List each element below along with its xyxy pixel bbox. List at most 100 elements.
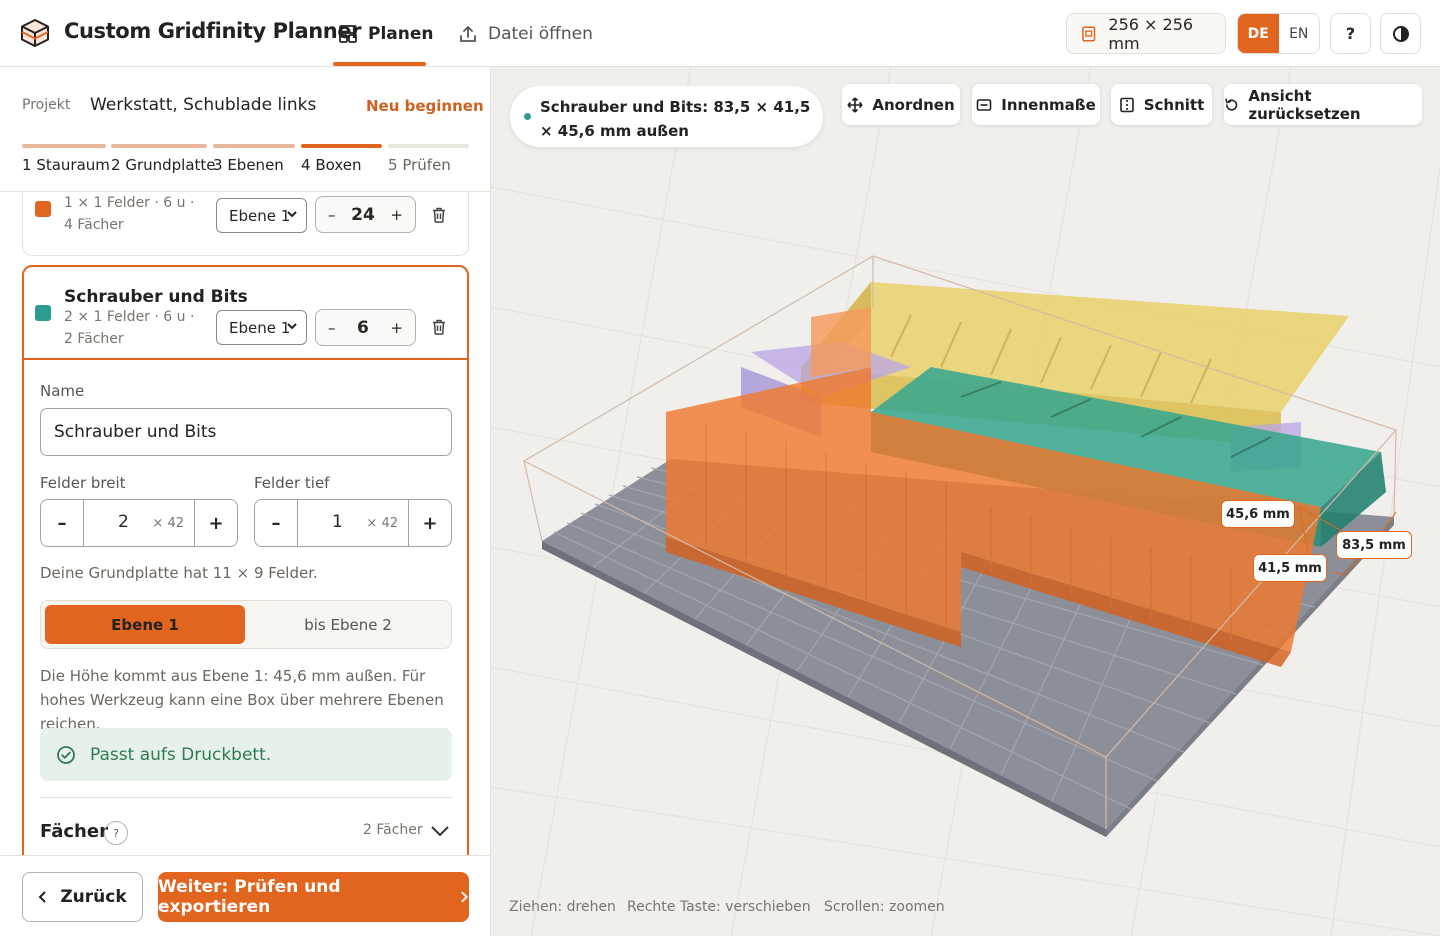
3d-viewport[interactable]: Schrauber und Bits: 83,5 × 41,5 × 45,6 m…: [491, 67, 1440, 936]
step-progress-4: [301, 144, 382, 148]
step-4-number: 4: [301, 156, 311, 174]
theme-toggle-button[interactable]: [1380, 13, 1421, 54]
grid-hint: Deine Grundplatte hat 11 × 9 Felder.: [40, 564, 318, 582]
selection-info: Schrauber und Bits: 83,5 × 41,5 × 45,6 m…: [510, 86, 823, 147]
section-cut-icon: [1119, 97, 1134, 112]
fits-print-bed-status: Passt aufs Druckbett.: [40, 728, 452, 781]
level-1-option[interactable]: Ebene 1: [45, 605, 245, 644]
compartments-heading[interactable]: Fächer: [40, 821, 108, 842]
next-button-label: Weiter: Prüfen und exportieren: [158, 877, 341, 917]
step-3-number: 3: [213, 156, 223, 174]
help-zoom: Scrollen: zoomen: [824, 899, 945, 915]
quantity-value[interactable]: 24: [351, 205, 375, 225]
restart-link[interactable]: Neu beginnen: [366, 97, 484, 115]
language-switch: DE EN: [1237, 13, 1320, 54]
step-2[interactable]: 2 Grundplatte: [111, 156, 216, 174]
fits-print-bed-text: Passt aufs Druckbett.: [90, 744, 272, 765]
box-title: Schrauber und Bits: [64, 287, 248, 307]
dimension-height-tag: 45,6 mm: [1221, 500, 1295, 528]
chevron-right-icon: [461, 891, 469, 903]
print-bed-icon: [1082, 25, 1096, 42]
level-select[interactable]: Ebene 1: [216, 310, 307, 345]
step-1-number: 1: [22, 156, 32, 174]
quantity-minus-button[interactable]: –: [328, 206, 336, 224]
tab-plan-label: Planen: [368, 24, 434, 44]
lang-de-button[interactable]: DE: [1238, 14, 1279, 53]
trash-icon[interactable]: [430, 318, 448, 336]
name-input[interactable]: Schrauber und Bits: [40, 408, 452, 456]
width-field[interactable]: 2 × 42: [83, 500, 195, 546]
step-1-label: Stauraum: [36, 156, 110, 174]
depth-value: 1: [332, 512, 343, 532]
3d-scene[interactable]: [491, 67, 1440, 936]
step-3-label: Ebenen: [227, 156, 284, 174]
inner-dimensions-button[interactable]: Innenmaße: [972, 84, 1100, 125]
tab-open-file[interactable]: Datei öffnen: [458, 22, 593, 46]
lang-en-button[interactable]: EN: [1279, 14, 1320, 53]
step-progress-5: [388, 144, 469, 148]
chevron-down-icon: [287, 211, 297, 218]
back-button[interactable]: Zurück: [22, 872, 143, 922]
help-button[interactable]: ?: [1330, 13, 1371, 54]
step-5[interactable]: 5 Prüfen: [388, 156, 451, 174]
step-4-label: Boxen: [315, 156, 362, 174]
quantity-minus-button[interactable]: –: [328, 319, 336, 337]
width-stepper: – 2 × 42 +: [40, 499, 238, 547]
depth-minus-button[interactable]: –: [255, 500, 297, 546]
depth-stepper: – 1 × 42 +: [254, 499, 452, 547]
section-button[interactable]: Schnitt: [1111, 84, 1212, 125]
width-plus-button[interactable]: +: [195, 500, 237, 546]
project-label: Projekt: [22, 97, 71, 113]
step-5-label: Prüfen: [402, 156, 451, 174]
box-card-selected[interactable]: Schrauber und Bits 2 × 1 Felder · 6 u · …: [22, 265, 469, 855]
next-button[interactable]: Weiter: Prüfen und exportieren: [158, 872, 469, 922]
color-swatch: [35, 305, 51, 321]
box-card[interactable]: 1 × 1 Felder · 6 u · 4 Fächer Ebene 1 – …: [22, 192, 469, 256]
width-unit: × 42: [152, 516, 184, 531]
sidebar: Projekt Werkstatt, Schublade links Neu b…: [0, 67, 491, 936]
back-button-label: Zurück: [60, 887, 127, 907]
layout-grid-icon: [339, 25, 357, 43]
reset-rotate-icon: [1225, 97, 1238, 111]
color-swatch: [35, 201, 51, 217]
step-1[interactable]: 1 Stauraum: [22, 156, 110, 174]
level-select[interactable]: Ebene 1: [216, 198, 307, 233]
help-pan: Rechte Taste: verschieben: [627, 899, 811, 915]
width-label: Felder breit: [40, 474, 126, 492]
divider: [40, 797, 452, 798]
step-2-number: 2: [111, 156, 121, 174]
step-progress-3: [213, 144, 295, 148]
name-label: Name: [40, 382, 85, 400]
project-name: Werkstatt, Schublade links: [90, 95, 317, 115]
check-circle-icon: [57, 745, 75, 764]
height-description: Die Höhe kommt aus Ebene 1: 45,6 mm auße…: [40, 667, 444, 733]
inner-dimensions-label: Innenmaße: [1001, 95, 1096, 114]
upload-icon: [460, 26, 476, 42]
chevron-down-icon[interactable]: [430, 823, 450, 839]
quantity-plus-button[interactable]: +: [390, 206, 403, 224]
step-5-number: 5: [388, 156, 398, 174]
trash-icon[interactable]: [430, 206, 448, 224]
depth-plus-button[interactable]: +: [409, 500, 451, 546]
quantity-value[interactable]: 6: [357, 318, 369, 338]
width-minus-button[interactable]: –: [41, 500, 83, 546]
dimension-width-tag: 83,5 mm: [1336, 531, 1412, 559]
depth-field[interactable]: 1 × 42: [297, 500, 409, 546]
arrange-button[interactable]: Anordnen: [842, 84, 960, 125]
quantity-plus-button[interactable]: +: [390, 319, 403, 337]
reset-view-button[interactable]: Ansicht zurücksetzen: [1224, 84, 1422, 125]
step-4[interactable]: 4 Boxen: [301, 156, 362, 174]
dimension-depth-tag: 41,5 mm: [1253, 554, 1327, 582]
compartments-help-icon[interactable]: ?: [104, 821, 128, 845]
print-bed-size-button[interactable]: 256 × 256 mm: [1066, 13, 1226, 54]
box-list[interactable]: 1 × 1 Felder · 6 u · 4 Fächer Ebene 1 – …: [0, 192, 490, 855]
box-meta: 1 × 1 Felder · 6 u · 4 Fächer: [64, 195, 195, 233]
move-arrows-icon: [847, 96, 863, 113]
up-to-level-2-option[interactable]: bis Ebene 2: [249, 605, 447, 644]
compartments-count: 2 Fächer: [363, 822, 423, 838]
active-tab-indicator: [333, 62, 426, 66]
step-3[interactable]: 3 Ebenen: [213, 156, 284, 174]
divider: [24, 358, 467, 360]
tab-plan[interactable]: Planen: [338, 22, 434, 46]
step-2-label: Grundplatte: [125, 156, 216, 174]
